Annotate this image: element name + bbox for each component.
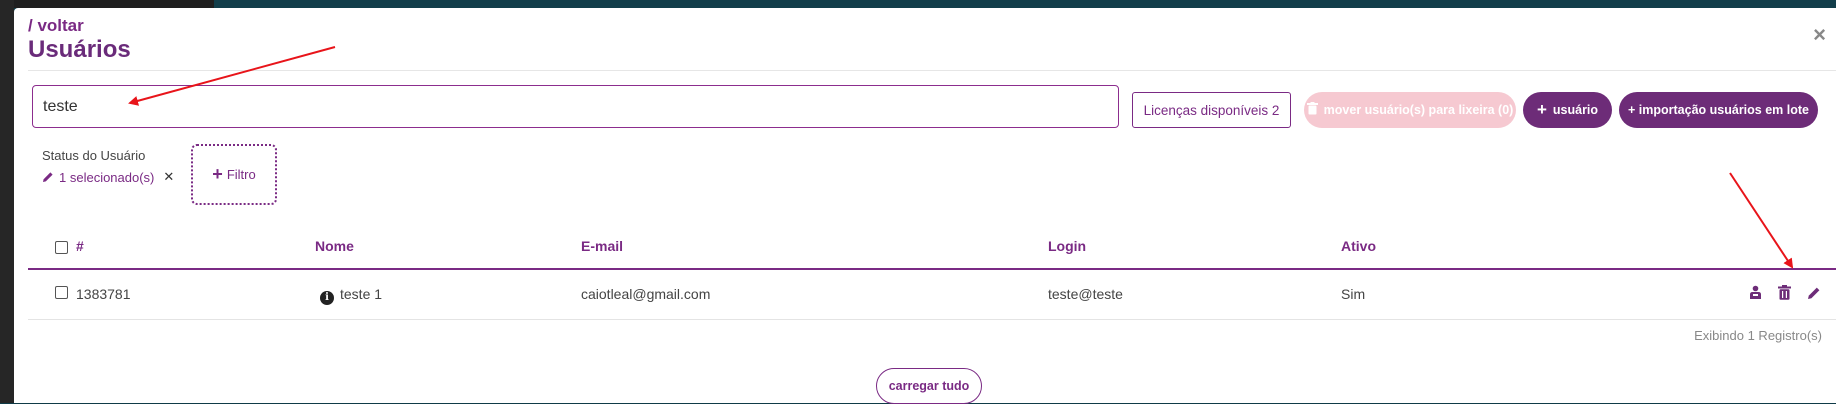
column-id: # xyxy=(76,238,84,254)
cell-name: i teste 1 xyxy=(320,286,382,305)
trash-icon xyxy=(1306,102,1318,118)
move-to-trash-button[interactable]: mover usuário(s) para lixeira (0) xyxy=(1304,92,1516,128)
row-checkbox[interactable] xyxy=(55,286,68,299)
import-users-button[interactable]: + importação usuários em lote xyxy=(1619,92,1818,128)
table-header: # Nome E-mail Login Ativo xyxy=(28,228,1836,270)
back-link[interactable]: / voltar xyxy=(28,16,131,36)
modal-header: / voltar Usuários xyxy=(28,16,131,64)
users-table: # Nome E-mail Login Ativo 1383781 i teste… xyxy=(28,228,1836,320)
backdrop-top xyxy=(14,0,1836,8)
status-filter-label: Status do Usuário xyxy=(42,148,146,163)
status-filter: Status do Usuário 1 selecionado(s) ✕ xyxy=(42,148,174,185)
info-icon[interactable]: i xyxy=(320,290,334,305)
cell-name-text: teste 1 xyxy=(340,286,383,302)
edit-icon[interactable] xyxy=(1805,284,1822,301)
status-filter-selected: 1 selecionado(s) xyxy=(59,169,155,185)
clear-filter-icon[interactable]: ✕ xyxy=(163,169,174,185)
column-email: E-mail xyxy=(581,238,624,254)
licenses-button[interactable]: Licenças disponíveis 2 xyxy=(1132,92,1291,128)
cell-id: 1383781 xyxy=(76,286,131,302)
backdrop-left xyxy=(0,0,14,403)
add-user-button[interactable]: + usuário xyxy=(1523,92,1612,128)
add-user-label: usuário xyxy=(1552,103,1599,117)
header-divider xyxy=(28,70,1836,71)
plus-icon: + xyxy=(1536,100,1547,119)
move-to-trash-label: mover usuário(s) para lixeira (0) xyxy=(1323,103,1514,117)
page-title: Usuários xyxy=(28,36,131,63)
column-active: Ativo xyxy=(1341,238,1376,254)
pencil-icon xyxy=(43,172,53,182)
load-all-button[interactable]: carregar tudo xyxy=(876,368,982,404)
select-all-checkbox[interactable] xyxy=(55,241,68,254)
close-icon[interactable]: × xyxy=(1813,22,1826,48)
search-input[interactable] xyxy=(33,86,1118,127)
cell-active: Sim xyxy=(1341,286,1366,302)
status-filter-value[interactable]: 1 selecionado(s) ✕ xyxy=(42,169,174,185)
column-name: Nome xyxy=(315,238,354,254)
row-actions xyxy=(1747,284,1822,301)
plus-icon: + xyxy=(212,164,223,184)
search-field[interactable] xyxy=(32,85,1119,128)
records-count: Exibindo 1 Registro(s) xyxy=(1694,328,1822,343)
user-group-icon[interactable] xyxy=(1747,284,1764,301)
add-filter-label: Filtro xyxy=(226,167,256,182)
cell-email: caiotleal@gmail.com xyxy=(581,286,711,302)
column-login: Login xyxy=(1048,238,1087,254)
table-row: 1383781 i teste 1 caiotleal@gmail.com tes… xyxy=(28,270,1836,320)
cell-login: teste@teste xyxy=(1048,286,1123,302)
users-modal: / voltar Usuários × Licenças disponíveis… xyxy=(14,8,1836,404)
trash-icon[interactable] xyxy=(1776,284,1793,301)
add-filter-button[interactable]: + Filtro xyxy=(191,144,277,205)
